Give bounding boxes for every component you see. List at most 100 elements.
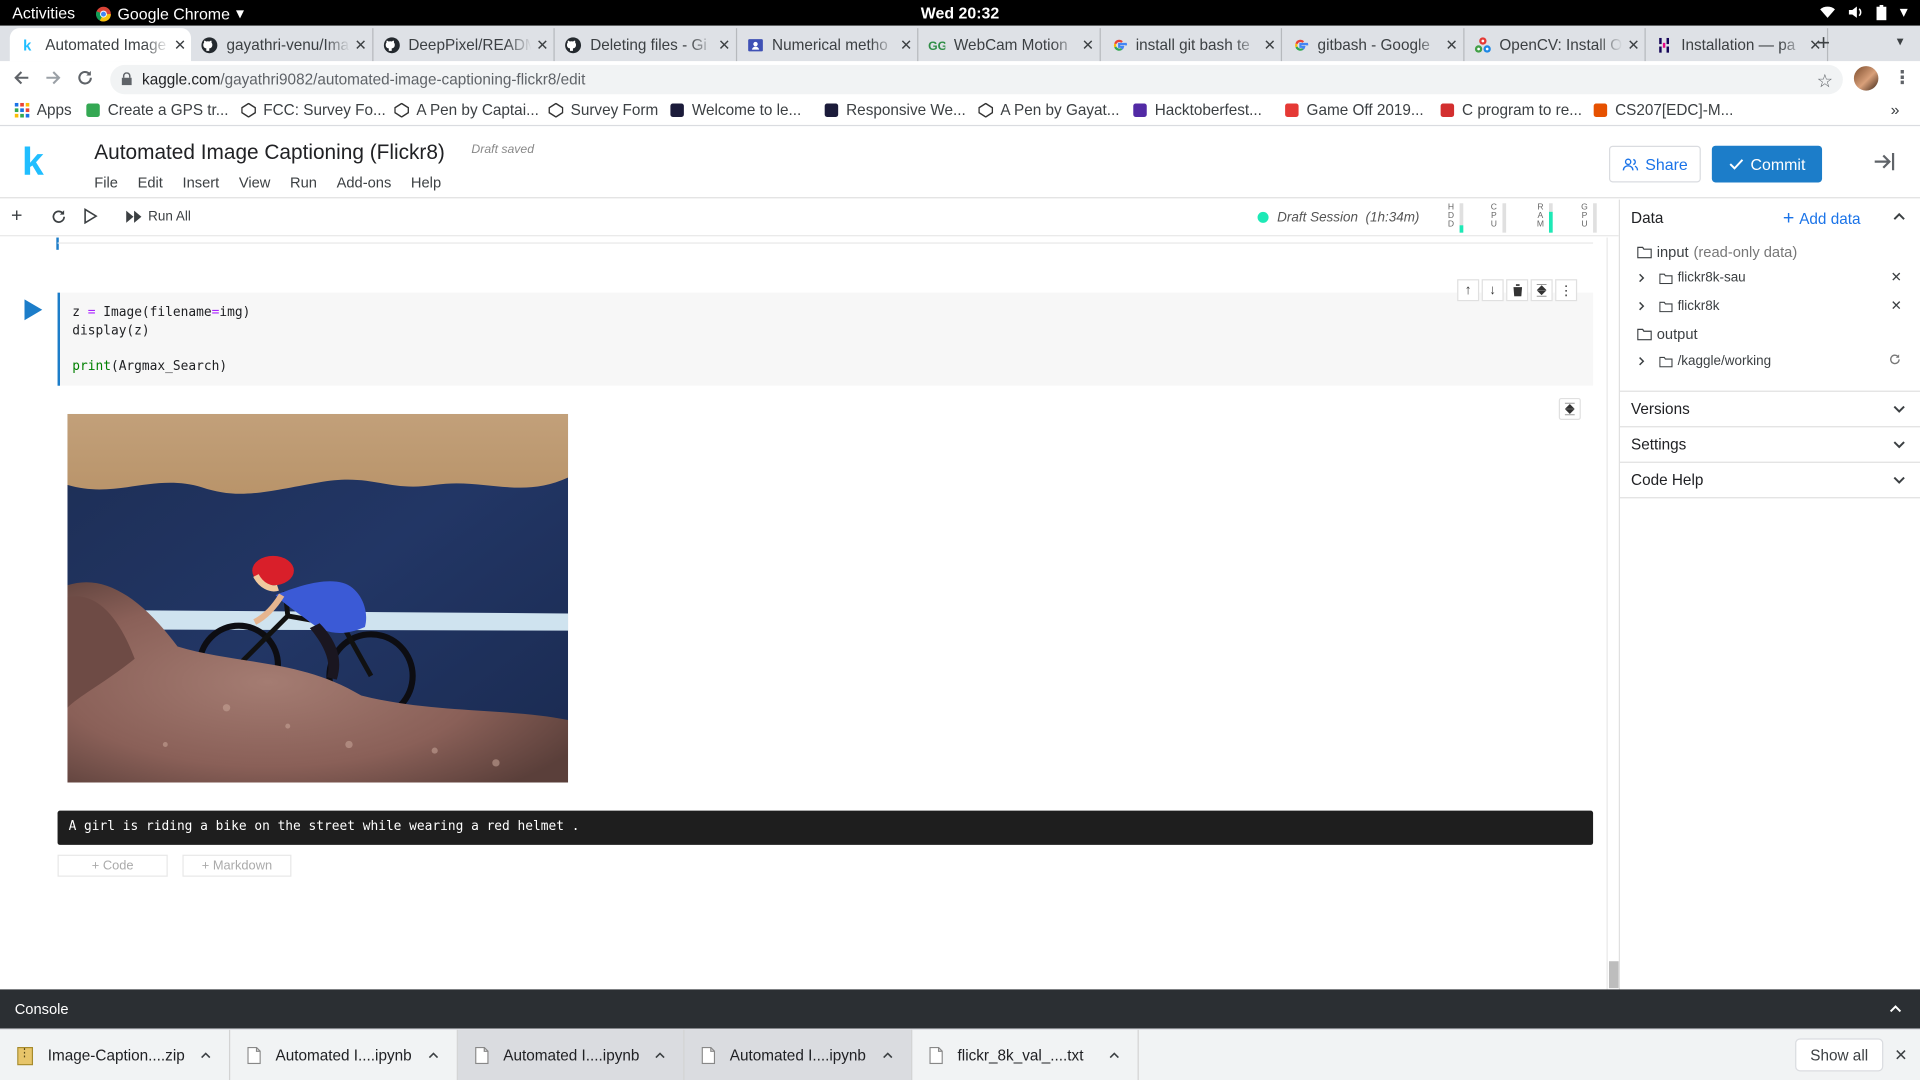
section-settings[interactable]: Settings: [1620, 426, 1920, 462]
collapse-output-icon[interactable]: [1558, 397, 1581, 421]
move-down-icon[interactable]: ↓: [1481, 279, 1504, 302]
system-tray[interactable]: ▾: [1820, 2, 1908, 22]
chevron-up-icon[interactable]: [882, 1049, 894, 1061]
output-folder[interactable]: output: [1637, 326, 1698, 343]
menu-help[interactable]: Help: [411, 174, 441, 191]
menu-insert[interactable]: Insert: [182, 174, 219, 191]
chevron-right-icon[interactable]: [1637, 356, 1647, 366]
download-item[interactable]: Automated I....ipynb: [684, 1029, 913, 1080]
menu-kebab-icon[interactable]: ⋮: [1893, 66, 1911, 88]
commit-button[interactable]: Commit: [1711, 145, 1823, 183]
remove-dataset-icon[interactable]: ✕: [1891, 298, 1902, 314]
working-folder[interactable]: /kaggle/working: [1637, 354, 1771, 369]
bookmark-item[interactable]: Responsive We...: [824, 102, 966, 119]
chevron-right-icon[interactable]: [1637, 301, 1647, 311]
restart-icon[interactable]: [50, 208, 67, 225]
delete-icon[interactable]: [1506, 279, 1529, 302]
move-up-icon[interactable]: ↑: [1457, 279, 1480, 302]
close-icon[interactable]: ✕: [1894, 1046, 1907, 1066]
close-tab-icon[interactable]: ✕: [713, 36, 735, 53]
chevron-down-icon[interactable]: [1892, 402, 1907, 417]
bookmark-item[interactable]: A Pen by Captai...: [394, 102, 539, 119]
browser-tab[interactable]: Installation — pa ✕: [1646, 28, 1828, 62]
new-tab-icon[interactable]: +: [1817, 31, 1830, 57]
chevron-up-icon[interactable]: [1888, 1002, 1903, 1017]
tab-search-icon[interactable]: ▾: [1897, 33, 1904, 49]
menu-edit[interactable]: Edit: [138, 174, 163, 191]
close-tab-icon[interactable]: ✕: [1077, 36, 1099, 53]
close-tab-icon[interactable]: ✕: [895, 36, 917, 53]
close-tab-icon[interactable]: ✕: [1259, 36, 1281, 53]
collapse-cell-icon[interactable]: [1530, 279, 1553, 302]
bookmark-item[interactable]: Apps: [14, 102, 72, 119]
close-tab-icon[interactable]: ✕: [350, 36, 372, 53]
run-all-button[interactable]: Run All: [126, 209, 191, 224]
chevron-up-icon[interactable]: [1892, 209, 1907, 224]
browser-tab[interactable]: OpenCV: Install O ✕: [1464, 28, 1646, 62]
chevron-down-icon[interactable]: [1892, 473, 1907, 488]
section-code-help[interactable]: Code Help: [1620, 461, 1920, 498]
download-item[interactable]: Automated I....ipynb: [457, 1029, 685, 1080]
remove-dataset-icon[interactable]: ✕: [1891, 269, 1902, 286]
chevron-right-icon[interactable]: [1637, 273, 1647, 283]
forward-icon[interactable]: [44, 69, 62, 87]
menu-run[interactable]: Run: [290, 174, 317, 191]
refresh-icon[interactable]: [1888, 353, 1901, 366]
download-item[interactable]: flickr_8k_val_....txt: [912, 1029, 1139, 1080]
console-bar[interactable]: Console: [0, 989, 1920, 1029]
session-status[interactable]: Draft Session (1h:34m): [1277, 211, 1419, 226]
bookmark-item[interactable]: Survey Form: [548, 102, 658, 119]
collapse-panel-icon[interactable]: [1873, 152, 1895, 172]
bookmark-item[interactable]: A Pen by Gayat...: [978, 102, 1120, 119]
share-button[interactable]: Share: [1608, 145, 1701, 183]
profile-avatar[interactable]: [1853, 66, 1879, 91]
bookmark-item[interactable]: Hacktoberfest...: [1133, 102, 1262, 119]
dataset-item[interactable]: flickr8k: [1637, 299, 1719, 313]
bookmark-item[interactable]: CS207[EDC]-M...: [1593, 102, 1733, 119]
close-tab-icon[interactable]: ✕: [1622, 36, 1644, 53]
scrollbar-thumb[interactable]: [1608, 961, 1619, 989]
menu-addons[interactable]: Add-ons: [337, 174, 392, 191]
run-cell-icon[interactable]: [83, 208, 98, 225]
browser-tab[interactable]: gayathri-venu/Ima ✕: [191, 28, 373, 62]
notebook-title[interactable]: Automated Image Captioning (Flickr8): [94, 141, 445, 165]
bookmark-item[interactable]: FCC: Survey Fo...: [241, 102, 386, 119]
address-bar[interactable]: kaggle.com/gayathri9082/automated-image-…: [110, 64, 1843, 95]
clock[interactable]: Wed 20:32: [0, 4, 1920, 22]
add-data-button[interactable]: + Add data: [1783, 208, 1861, 230]
chevron-up-icon[interactable]: [427, 1049, 439, 1061]
reload-icon[interactable]: [76, 69, 94, 87]
bookmark-item[interactable]: C program to re...: [1440, 102, 1582, 119]
kaggle-logo[interactable]: k: [22, 137, 44, 186]
download-item[interactable]: Automated I....ipynb: [230, 1029, 458, 1080]
chevron-up-icon[interactable]: [200, 1049, 212, 1061]
browser-tab[interactable]: gitbash - Google ✕: [1282, 28, 1464, 62]
download-item[interactable]: Image-Caption....zip: [0, 1029, 231, 1080]
more-bookmarks-icon[interactable]: »: [1891, 100, 1900, 118]
chevron-up-icon[interactable]: [1108, 1049, 1120, 1061]
browser-tab[interactable]: DeepPixel/READM ✕: [373, 28, 555, 62]
notebook-scrollbar[interactable]: [1606, 237, 1619, 990]
add-cell-icon[interactable]: +: [11, 206, 22, 228]
menu-file[interactable]: File: [94, 174, 118, 191]
close-tab-icon[interactable]: ✕: [1441, 36, 1463, 53]
run-cell-button-icon[interactable]: [23, 299, 43, 321]
chevron-up-icon[interactable]: [654, 1049, 666, 1061]
add-markdown-button[interactable]: + Markdown: [182, 854, 292, 877]
dataset-item[interactable]: flickr8k-sau: [1637, 271, 1746, 285]
close-tab-icon[interactable]: ✕: [531, 36, 553, 53]
browser-tab[interactable]: Deleting files - Gi ✕: [555, 28, 737, 62]
show-all-button[interactable]: Show all: [1795, 1038, 1884, 1072]
bookmark-item[interactable]: Welcome to le...: [670, 102, 801, 119]
browser-tab[interactable]: GG WebCam Motion ✕: [918, 28, 1101, 62]
bookmark-item[interactable]: Create a GPS tr...: [86, 102, 229, 119]
input-folder[interactable]: input (read-only data): [1637, 244, 1797, 261]
add-code-button[interactable]: + Code: [57, 854, 168, 877]
browser-tab[interactable]: k Automated Image ✕: [9, 28, 192, 62]
bookmark-item[interactable]: Game Off 2019...: [1285, 102, 1424, 119]
browser-tab[interactable]: Numerical metho ✕: [737, 28, 919, 62]
menu-view[interactable]: View: [239, 174, 271, 191]
more-options-icon[interactable]: ⋮: [1555, 279, 1578, 302]
code-cell[interactable]: z = Image(filename=img) display(z) print…: [57, 292, 1594, 386]
section-versions[interactable]: Versions: [1620, 390, 1920, 427]
